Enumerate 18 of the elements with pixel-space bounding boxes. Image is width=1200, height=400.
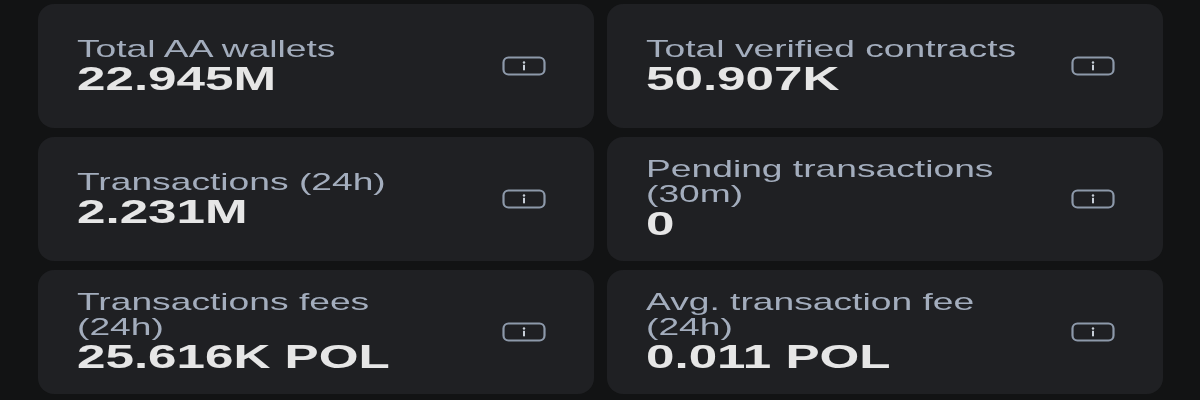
- info-icon[interactable]: [1071, 322, 1115, 342]
- info-icon[interactable]: [1071, 189, 1115, 209]
- stat-value: 0: [646, 206, 675, 242]
- info-icon[interactable]: [1071, 56, 1115, 76]
- info-icon[interactable]: [502, 56, 546, 76]
- stat-value: 0.011 POL: [646, 339, 892, 375]
- stat-label: Pending transactions (30m): [646, 156, 995, 206]
- stat-label: Transactions (24h): [77, 168, 387, 194]
- stat-value: 50.907K: [646, 60, 841, 97]
- stat-value: 22.945M: [77, 60, 278, 97]
- stat-value: 25.616K POL: [77, 339, 391, 375]
- stat-label: Avg. transaction fee (24h): [646, 289, 976, 339]
- stat-label: Transactions fees (24h): [77, 289, 371, 339]
- stat-value: 2.231M: [77, 193, 249, 230]
- info-icon[interactable]: [502, 322, 546, 342]
- info-icon[interactable]: [502, 189, 546, 209]
- stat-label: Total AA wallets: [77, 35, 337, 61]
- stat-label: Total verified contracts: [646, 35, 1018, 61]
